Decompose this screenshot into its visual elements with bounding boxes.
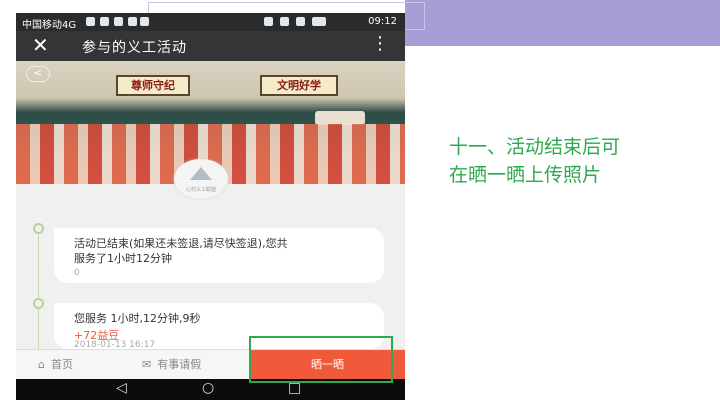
carrier-label: 中国移动4G [22,20,77,31]
system-back-button[interactable]: ◁ [116,380,127,396]
classroom-sign-right: 文明好学 [260,75,338,96]
tab-leave[interactable]: ✉ 有事请假 [142,350,201,380]
notification-icon [114,17,123,26]
bus-drawing [315,111,365,125]
timeline-dot [33,223,44,234]
app-icon [128,17,137,26]
signal-icon [296,17,305,26]
mountain-icon [190,167,212,180]
close-icon[interactable]: ✕ [32,33,49,57]
nav-bar: ✕ 参与的义工活动 ⋮ [16,31,405,61]
app-icon [140,17,149,26]
slide-caption: 十一、活动结束后可 在晒一晒上传照片 [449,133,689,189]
cloud-icon [100,17,109,26]
battery-icon [312,17,326,26]
card-text-line2: 服务了1小时12分钟 [74,252,172,265]
more-vertical-icon[interactable]: ⋮ [371,34,389,54]
timeline-card-ended: 活动已结束(如果还未签退,请尽快签退),您共 服务了1小时12分钟 0 [54,228,384,283]
highlight-box [249,336,393,383]
hd-icon [264,17,273,26]
home-icon: ⌂ [38,358,45,371]
logo-text: 心村义工联盟 [185,187,216,193]
card-count: 0 [74,268,80,278]
back-arrow-icon[interactable]: < [26,66,50,82]
service-duration: 您服务 1小时,12分钟,9秒 [74,312,201,325]
signal-icon [280,17,289,26]
page-title: 参与的义工活动 [82,40,187,56]
card-text-line1: 活动已结束(如果还未签退,请尽快签退),您共 [74,237,288,250]
tab-home-label: 首页 [50,358,73,371]
slide-header-band [405,0,720,46]
caption-line-2: 在晒一晒上传照片 [449,164,602,186]
status-time: 09:12 [368,16,397,27]
status-bar: 中国移动4G 09:12 [16,13,405,31]
wifi-icon [86,17,95,26]
mail-icon: ✉ [142,358,152,371]
classroom-sign-left: 尊师守纪 [116,75,190,96]
tab-leave-label: 有事请假 [157,358,202,371]
system-home-button[interactable]: ○ [202,380,214,396]
caption-line-1: 十一、活动结束后可 [449,136,621,158]
organization-logo: 心村义工联盟 [174,159,228,199]
timeline-dot [33,298,44,309]
tab-home[interactable]: ⌂ 首页 [38,350,73,380]
